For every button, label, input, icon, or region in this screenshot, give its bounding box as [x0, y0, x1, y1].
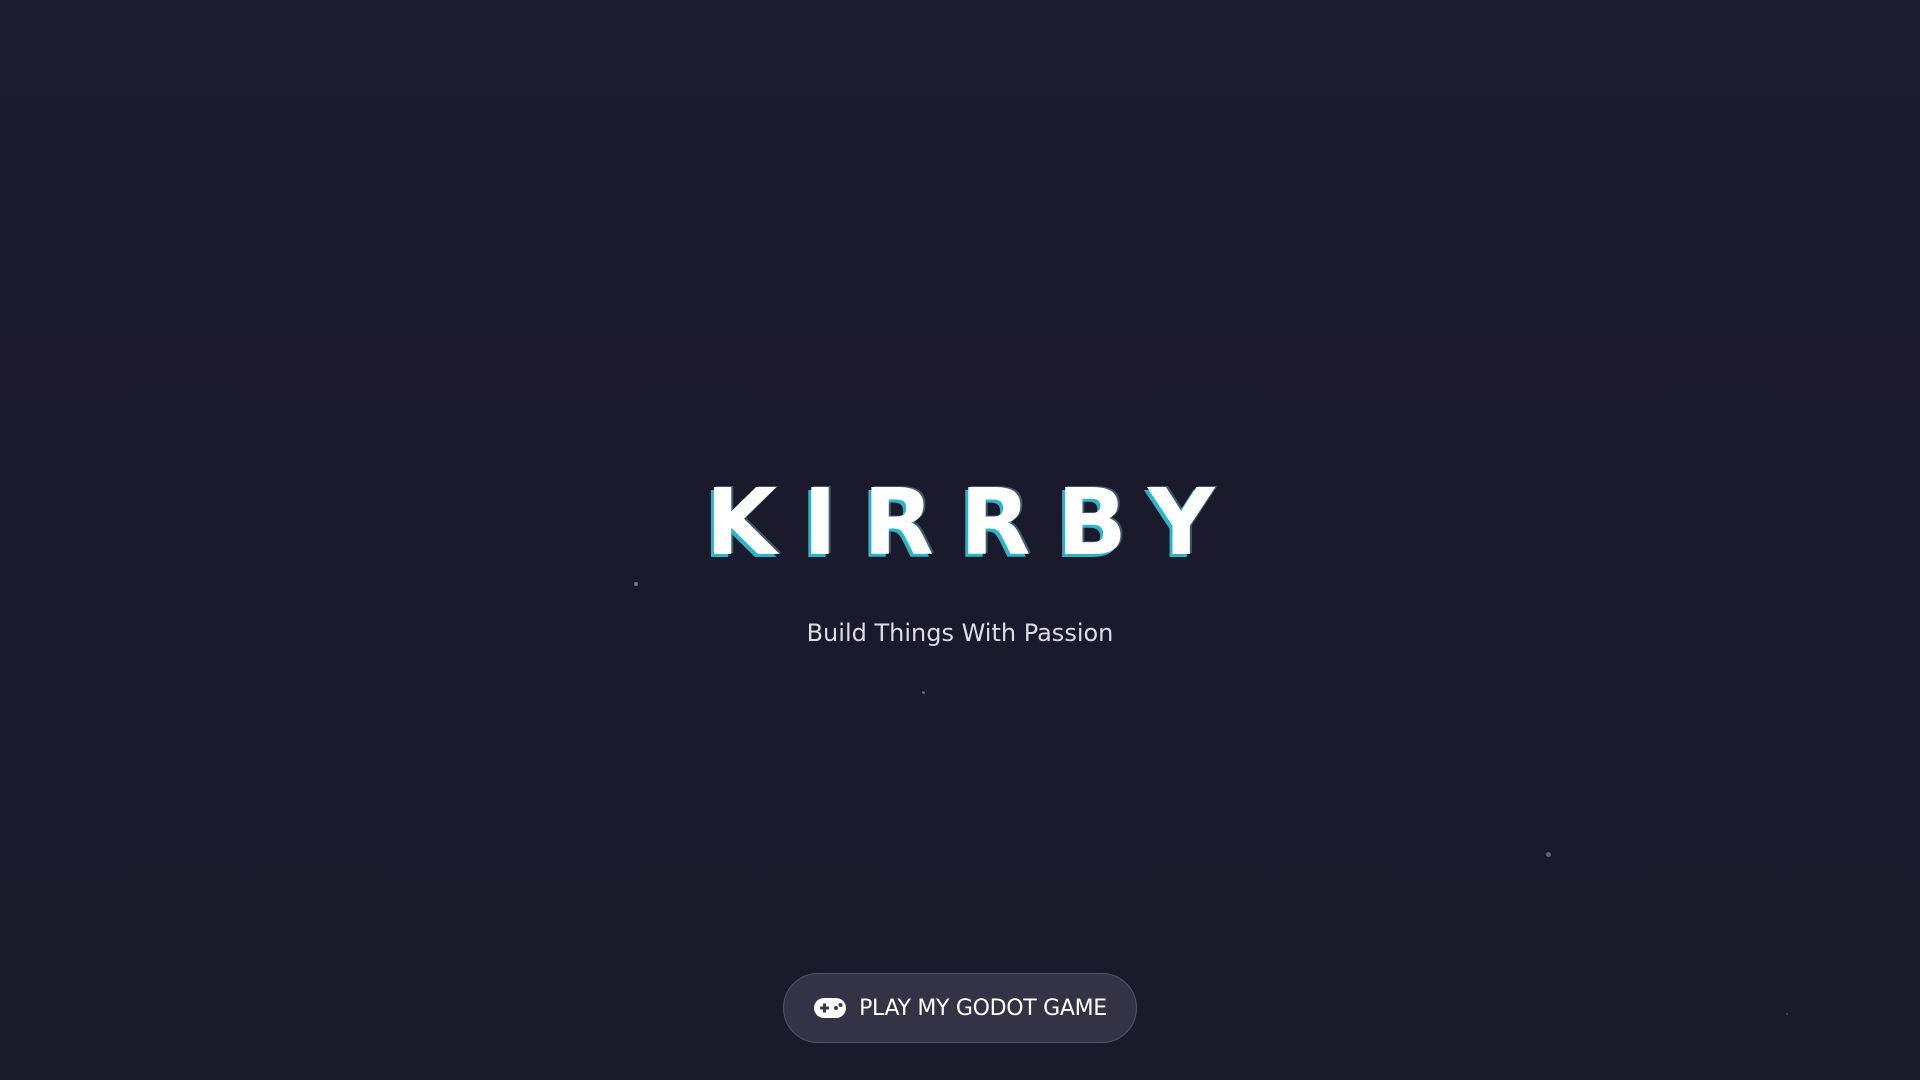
hero-section: KIRRBY Build Things With Passion: [0, 468, 1920, 648]
particle: [922, 691, 925, 694]
hero-title: KIRRBY: [705, 469, 1241, 576]
particle: [1546, 852, 1551, 857]
particle: [1786, 1013, 1788, 1015]
play-game-button[interactable]: PLAY MY GODOT GAME: [783, 973, 1137, 1043]
hero-tagline: Build Things With Passion: [806, 619, 1114, 647]
gamepad-icon: [813, 996, 847, 1020]
play-game-label: PLAY MY GODOT GAME: [859, 995, 1107, 1021]
